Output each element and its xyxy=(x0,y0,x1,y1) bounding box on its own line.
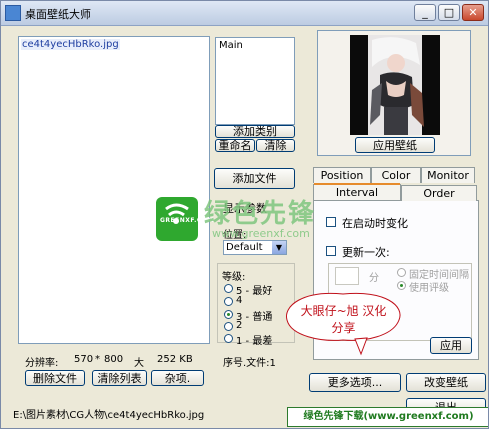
title-bar[interactable]: 桌面壁纸大师 _ □ ✕ xyxy=(1,1,488,26)
update-once-checkbox[interactable] xyxy=(326,246,336,256)
fixed-interval-radio[interactable] xyxy=(397,268,406,277)
delete-file-button[interactable]: 删除文件 xyxy=(25,370,85,386)
category-item[interactable]: Main xyxy=(219,40,291,51)
clear-category-button[interactable]: 清除 xyxy=(256,139,295,152)
level-radio-3[interactable] xyxy=(224,310,233,319)
use-level-radio[interactable] xyxy=(397,281,406,290)
more-options-button[interactable]: 更多选项... xyxy=(309,373,401,392)
file-list-item[interactable]: ce4t4yecHbRko.jpg xyxy=(21,39,120,50)
level-radio-1[interactable] xyxy=(224,334,233,343)
category-list[interactable]: Main xyxy=(215,37,295,125)
callout-line-2: 分享 xyxy=(331,321,356,335)
level-radio-4[interactable] xyxy=(224,297,233,306)
size-value: 252 KB xyxy=(157,354,193,365)
minutes-input[interactable] xyxy=(335,267,359,285)
maximize-button[interactable]: □ xyxy=(438,4,460,21)
index-text: 序号.文件:1 xyxy=(223,358,276,369)
tab-monitor[interactable]: Monitor xyxy=(421,167,475,183)
level-2-label: 2 xyxy=(236,320,243,331)
resolution-times: * xyxy=(95,354,100,365)
translator-callout: 大眼仔~旭 汉化 分享 xyxy=(285,292,402,356)
resolution-label: 分辨率: xyxy=(25,358,59,369)
close-button[interactable]: ✕ xyxy=(462,4,484,21)
level-radio-5[interactable] xyxy=(224,284,233,293)
level-radio-2[interactable] xyxy=(224,322,233,331)
tab-position[interactable]: Position xyxy=(313,167,371,183)
interval-apply-button[interactable]: 应用 xyxy=(430,337,472,354)
level-label: 等级: xyxy=(222,272,246,283)
tab-order[interactable]: Order xyxy=(401,185,477,201)
greenxf-watermark: GREENXF.COM 绿色先锋 www.greenxf.com xyxy=(154,189,332,245)
apply-wallpaper-button[interactable]: 应用壁纸 xyxy=(355,137,435,153)
callout-line-1: 大眼仔~旭 汉化 xyxy=(300,304,387,318)
watermark-cn: 绿色先锋 xyxy=(204,199,317,229)
rename-button[interactable]: 重命名 xyxy=(215,139,255,152)
active-tab-indicator xyxy=(314,183,400,185)
update-once-label: 更新一次: xyxy=(342,246,390,259)
resolution-height: 800 xyxy=(104,354,124,365)
misc-button[interactable]: 杂项. xyxy=(151,370,204,386)
minimize-button[interactable]: _ xyxy=(414,4,436,21)
add-category-button[interactable]: 添加类别 xyxy=(215,125,295,138)
tab-color[interactable]: Color xyxy=(371,167,421,183)
preview-frame: 应用壁纸 xyxy=(317,30,471,156)
greenxf-banner: 绿色先锋下载(www.greenxf.com) xyxy=(287,407,488,427)
change-wallpaper-button[interactable]: 改变壁纸 xyxy=(406,373,486,392)
app-icon xyxy=(5,5,21,21)
use-level-label: 使用评级 xyxy=(409,283,449,294)
watermark-url: www.greenxf.com xyxy=(212,227,310,240)
level-1-label: 1 - 最差 xyxy=(236,336,273,347)
window-title: 桌面壁纸大师 xyxy=(25,8,91,21)
wallpaper-preview-image xyxy=(350,35,440,135)
level-group: 等级: 5 - 最好 4 3 - 普通 2 1 - 最差 xyxy=(217,263,295,347)
startup-change-label: 在启动时变化 xyxy=(342,217,408,230)
add-file-button[interactable]: 添加文件 xyxy=(214,168,295,189)
resolution-width: 570 xyxy=(74,354,94,365)
clear-list-button[interactable]: 清除列表 xyxy=(92,370,147,386)
main-window: 桌面壁纸大师 _ □ ✕ ce4t4yecHbRko.jpg Main 添加类别… xyxy=(0,0,489,429)
minutes-unit: 分 xyxy=(369,273,379,284)
size-label: 大 xyxy=(134,358,144,369)
level-4-label: 4 xyxy=(236,295,243,306)
file-path: E:\图片素材\CG人物\ce4t4yecHbRko.jpg xyxy=(13,410,205,421)
